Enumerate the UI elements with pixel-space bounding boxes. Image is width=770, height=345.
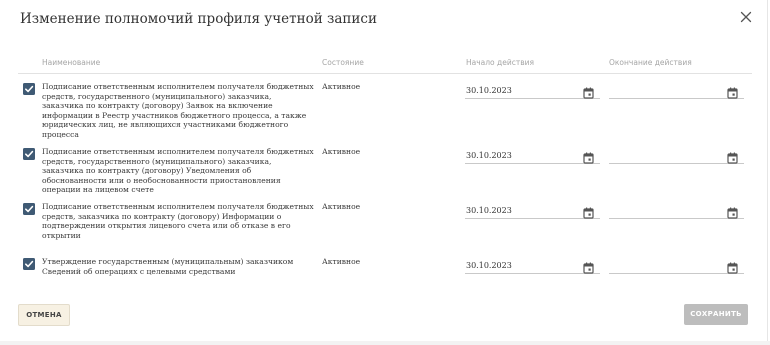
calendar-icon[interactable] xyxy=(583,149,594,164)
dialog-shadow xyxy=(0,341,770,345)
permission-state: Активное xyxy=(322,202,361,211)
start-date-value: 30.10.2023 xyxy=(466,151,512,160)
column-header-name: Наименование xyxy=(42,58,101,67)
end-date-input[interactable] xyxy=(609,83,744,99)
end-date-input[interactable] xyxy=(609,148,744,164)
close-icon[interactable] xyxy=(738,9,754,25)
calendar-icon[interactable] xyxy=(583,204,594,219)
start-date-input[interactable]: 30.10.2023 xyxy=(465,203,600,219)
start-date-value: 30.10.2023 xyxy=(466,86,512,95)
permission-name: Утверждение государственным (муниципальн… xyxy=(42,257,294,276)
start-date-value: 30.10.2023 xyxy=(466,206,512,215)
table-header: Наименование Состояние Начало действия О… xyxy=(18,56,752,74)
calendar-icon[interactable] xyxy=(583,84,594,99)
start-date-input[interactable]: 30.10.2023 xyxy=(465,148,600,164)
calendar-icon[interactable] xyxy=(727,84,738,99)
calendar-icon[interactable] xyxy=(583,259,594,274)
permission-state: Активное xyxy=(322,257,361,266)
cancel-button[interactable]: ОТМЕНА xyxy=(18,304,70,326)
permission-name: Подписание ответственным исполнителем по… xyxy=(42,147,314,194)
permissions-dialog: Изменение полномочий профиля учетной зап… xyxy=(0,0,770,345)
row-checkbox[interactable] xyxy=(23,203,35,215)
start-date-input[interactable]: 30.10.2023 xyxy=(465,258,600,274)
permission-state: Активное xyxy=(322,82,361,91)
column-header-start: Начало действия xyxy=(466,58,535,67)
start-date-value: 30.10.2023 xyxy=(466,261,512,270)
row-checkbox[interactable] xyxy=(23,258,35,270)
dialog-border xyxy=(767,0,768,345)
calendar-icon[interactable] xyxy=(727,204,738,219)
calendar-icon[interactable] xyxy=(727,149,738,164)
permission-state: Активное xyxy=(322,147,361,156)
column-header-state: Состояние xyxy=(322,58,364,67)
permission-name: Подписание ответственным исполнителем по… xyxy=(42,82,314,139)
end-date-input[interactable] xyxy=(609,203,744,219)
row-checkbox[interactable] xyxy=(23,83,35,95)
dialog-title: Изменение полномочий профиля учетной зап… xyxy=(20,11,377,27)
end-date-input[interactable] xyxy=(609,258,744,274)
start-date-input[interactable]: 30.10.2023 xyxy=(465,83,600,99)
permission-name: Подписание ответственным исполнителем по… xyxy=(42,202,314,240)
row-checkbox[interactable] xyxy=(23,148,35,160)
save-button[interactable]: СОХРАНИТЬ xyxy=(684,304,748,325)
calendar-icon[interactable] xyxy=(727,259,738,274)
column-header-end: Окончание действия xyxy=(609,58,692,67)
